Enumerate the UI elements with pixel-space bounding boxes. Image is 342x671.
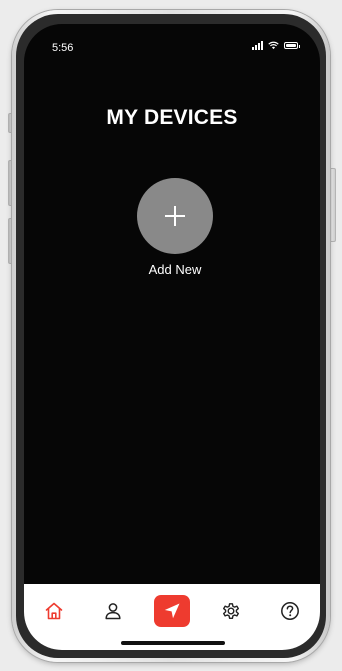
signal-icon (252, 41, 263, 50)
add-new-label: Add New (148, 262, 202, 277)
tab-settings[interactable] (212, 595, 250, 627)
battery-icon (284, 42, 300, 49)
person-icon (105, 603, 121, 620)
status-icons (252, 41, 300, 50)
tab-profile[interactable] (94, 595, 132, 627)
home-indicator[interactable] (121, 641, 225, 645)
page-title: MY DEVICES (106, 106, 238, 129)
home-icon (45, 602, 63, 620)
tab-home[interactable] (35, 595, 73, 627)
app-screen: 5:56 MY DEVICES Add New (24, 24, 320, 650)
tab-help[interactable] (271, 595, 309, 627)
plus-icon (165, 206, 185, 226)
help-icon (281, 602, 300, 620)
navigation-arrow-icon (164, 603, 180, 619)
gear-icon (222, 603, 239, 619)
wifi-icon (268, 41, 279, 50)
status-time: 5:56 (52, 42, 74, 54)
tab-navigate[interactable] (153, 595, 190, 627)
add-device-button[interactable] (137, 178, 213, 254)
